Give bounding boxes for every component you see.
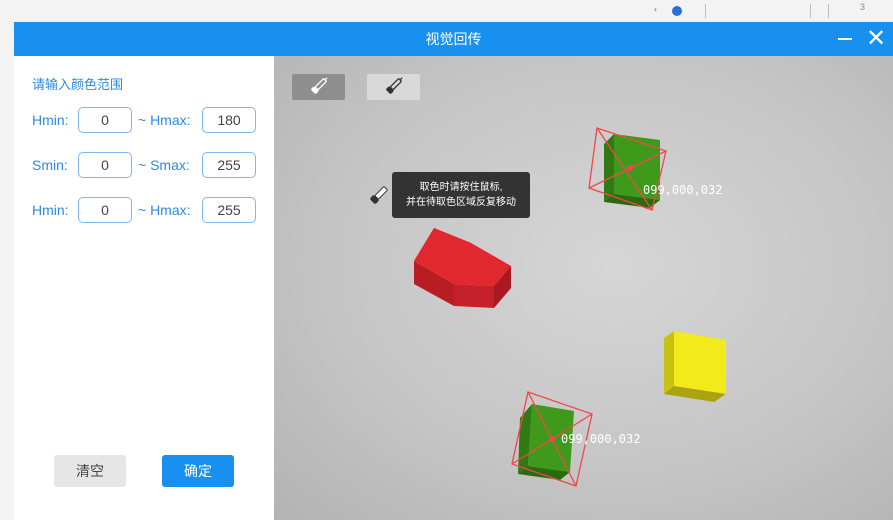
tooltip-line: 并在待取色区域反复移动 [406, 197, 516, 208]
title-bar: 视觉回传 ✕ [14, 22, 893, 56]
color-range-panel: 请输入颜色范围 Hmin: 0 ~ Hmax: 180 Smin: 0 ~ Sm… [14, 56, 274, 520]
background-status-dot [672, 6, 682, 16]
smin-label: Smin: [32, 157, 68, 173]
hmin-input[interactable]: 0 [78, 197, 132, 223]
hmax-label: ~ Hmax: [138, 202, 191, 218]
background-divider [705, 4, 706, 18]
detection-center [627, 165, 633, 171]
background-number: 3 [860, 2, 866, 12]
hmax-input[interactable]: 255 [202, 197, 256, 223]
minimize-icon[interactable] [836, 28, 856, 50]
background-app-strip [0, 0, 893, 22]
background-divider [828, 4, 829, 18]
detection-label: 099,000,032 [643, 183, 723, 197]
detection-label: 099,000,032 [561, 432, 641, 446]
detection-center [549, 436, 555, 442]
camera-view: 099,000,032 099,000,032 取色时请按住鼠标, 并在待取色区… [274, 56, 893, 520]
smax-input[interactable]: 255 [202, 152, 256, 178]
hmin-label: Hmin: [32, 112, 69, 128]
background-app-edge [0, 22, 14, 520]
tooltip-line: 取色时请按住鼠标, [419, 182, 503, 193]
window-title: 视觉回传 [425, 31, 482, 47]
background-arrow-icon: ‹ [654, 4, 657, 14]
clear-button[interactable]: 清空 [54, 455, 126, 487]
confirm-button[interactable]: 确定 [162, 455, 234, 487]
smin-input[interactable]: 0 [78, 152, 132, 178]
hmin-label: Hmin: [32, 202, 69, 218]
hmax-label: ~ Hmax: [138, 112, 191, 128]
hmin-input[interactable]: 0 [78, 107, 132, 133]
smax-label: ~ Smax: [138, 157, 190, 173]
background-divider [810, 4, 811, 18]
panel-heading: 请输入颜色范围 [32, 77, 124, 92]
scene-layer [370, 127, 726, 487]
eyedropper-tooltip: 取色时请按住鼠标, 并在待取色区域反复移动 [392, 172, 530, 218]
red-block [414, 228, 511, 308]
close-icon[interactable]: ✕ [864, 26, 888, 52]
hmax-input[interactable]: 180 [202, 107, 256, 133]
yellow-block [664, 331, 726, 402]
eyedropper-cursor-icon [370, 186, 388, 204]
vision-feedback-window: 视觉回传 ✕ 请输入颜色范围 Hmin: 0 ~ Hmax: 180 Smin:… [14, 22, 893, 520]
